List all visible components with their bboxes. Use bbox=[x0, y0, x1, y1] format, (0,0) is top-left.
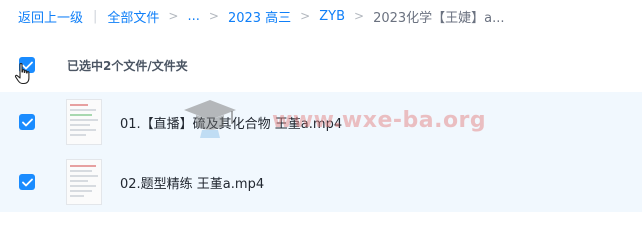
file-browser: 返回上一级 | 全部文件 > ... > 2023 高三 > ZYB > 202… bbox=[0, 0, 642, 245]
breadcrumb-current: 2023化学【王婕】a... bbox=[373, 10, 505, 26]
check-icon bbox=[21, 178, 33, 186]
video-thumbnail bbox=[66, 159, 102, 205]
breadcrumb-divider: | bbox=[93, 8, 98, 24]
chevron-right-icon: > bbox=[208, 9, 219, 23]
breadcrumb-zyb[interactable]: ZYB bbox=[319, 9, 345, 24]
selection-header: 已选中2个文件/文件夹 bbox=[0, 44, 642, 86]
breadcrumb-ellipsis[interactable]: ... bbox=[187, 9, 199, 24]
selection-summary: 已选中2个文件/文件夹 bbox=[67, 58, 188, 73]
hand-cursor-icon bbox=[14, 63, 30, 85]
file-checkbox[interactable] bbox=[19, 114, 35, 130]
back-link[interactable]: 返回上一级 bbox=[18, 7, 83, 26]
file-name[interactable]: 02.题型精练 王堇a.mp4 bbox=[120, 173, 264, 192]
file-row[interactable]: 01.【直播】硫及其化合物 王堇a.mp4 bbox=[0, 92, 642, 152]
chevron-right-icon: > bbox=[300, 9, 311, 23]
chevron-right-icon: > bbox=[168, 9, 179, 23]
file-checkbox[interactable] bbox=[19, 174, 35, 190]
chevron-right-icon: > bbox=[354, 9, 365, 23]
video-thumbnail bbox=[66, 99, 102, 145]
file-row[interactable]: 02.题型精练 王堇a.mp4 bbox=[0, 152, 642, 212]
breadcrumb-2023[interactable]: 2023 高三 bbox=[228, 7, 291, 26]
breadcrumb: 返回上一级 | 全部文件 > ... > 2023 高三 > ZYB > 202… bbox=[18, 6, 505, 26]
breadcrumb-all-files[interactable]: 全部文件 bbox=[107, 7, 159, 26]
file-name[interactable]: 01.【直播】硫及其化合物 王堇a.mp4 bbox=[120, 113, 342, 132]
file-list: 01.【直播】硫及其化合物 王堇a.mp4 02.题型精练 王堇a.mp4 bbox=[0, 92, 642, 212]
check-icon bbox=[21, 118, 33, 126]
